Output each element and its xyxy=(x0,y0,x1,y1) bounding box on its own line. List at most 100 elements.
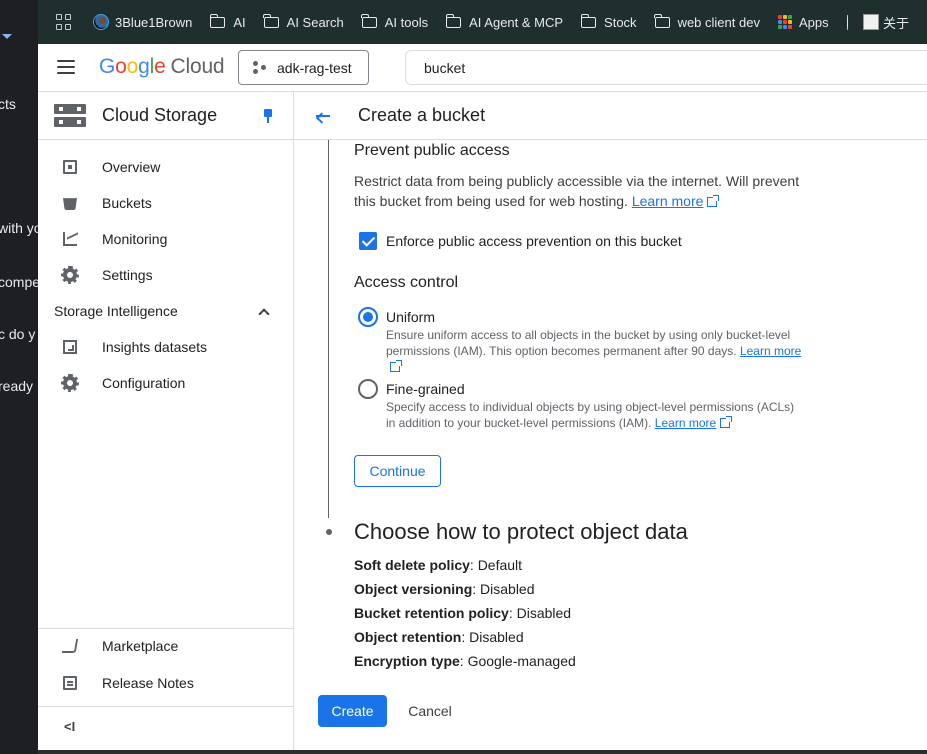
create-button[interactable]: Create xyxy=(318,695,387,727)
bookmark-label: 3Blue1Brown xyxy=(115,14,193,30)
sidebar-item-marketplace[interactable]: Marketplace xyxy=(38,628,293,664)
sidebar-title: Cloud Storage xyxy=(102,105,218,125)
bookmark-folder-web-client-dev[interactable]: web client dev xyxy=(654,13,760,30)
apps-grid-icon[interactable] xyxy=(56,14,71,30)
prevent-public-description: Restrict data from being publicly access… xyxy=(354,171,814,211)
back-arrow-icon[interactable] xyxy=(314,109,330,123)
screen: cts with yo compe c do y ready 3Blue1Bro… xyxy=(0,0,927,754)
sidebar-item-label: Settings xyxy=(102,267,153,283)
property-value: : Google-managed xyxy=(459,653,576,669)
property-name: Object versioning xyxy=(354,581,473,597)
section-storage-intelligence[interactable]: Storage Intelligence xyxy=(54,303,178,319)
main-content: Create a bucket Prevent public access Re… xyxy=(294,92,927,754)
radio-uniform-description: Ensure uniform access to all objects in … xyxy=(386,327,806,375)
link-text: Learn xyxy=(739,344,771,358)
property-name: Bucket retention policy xyxy=(354,605,509,621)
pin-icon[interactable] xyxy=(262,109,274,123)
radio-fine-grained-label[interactable]: Fine-grained xyxy=(386,381,465,397)
avatar-favicon-icon xyxy=(862,14,879,30)
cancel-button[interactable]: Cancel xyxy=(398,695,462,727)
folder-icon xyxy=(361,13,377,28)
folder-icon xyxy=(445,13,462,28)
learn-more-link[interactable]: Learn more xyxy=(740,344,801,358)
folder-icon xyxy=(209,13,226,28)
bookmarks-bar: 3Blue1Brown AI AI Search AI tools AI Age… xyxy=(38,0,927,44)
learn-more-link[interactable]: Learn more xyxy=(655,416,716,430)
sidebar-item-settings[interactable]: Settings xyxy=(38,257,293,293)
bg-text: cts xyxy=(0,96,16,112)
cart-icon xyxy=(61,639,79,653)
sidebar-item-buckets[interactable]: Buckets xyxy=(38,185,293,221)
external-link-icon xyxy=(720,416,733,428)
bookmark-about[interactable]: 关于 xyxy=(862,13,909,32)
monitoring-icon xyxy=(63,232,77,246)
sidebar-item-overview[interactable]: Overview xyxy=(38,149,293,185)
property-name: Soft delete policy xyxy=(354,557,470,573)
google-cloud-logo[interactable]: Google Cloud xyxy=(99,55,225,79)
page-title: Create a bucket xyxy=(358,105,486,125)
dropdown-caret-icon xyxy=(2,34,12,39)
link-text: more xyxy=(774,344,802,358)
sidebar-item-release-notes[interactable]: Release Notes xyxy=(38,665,293,701)
project-picker[interactable]: adk-rag-test xyxy=(238,50,369,85)
bookmark-apps[interactable]: Apps xyxy=(777,15,829,30)
public-access-checkbox[interactable] xyxy=(359,232,377,250)
property-object-versioning: Object versioning: Disabled xyxy=(354,581,535,597)
property-bucket-retention: Bucket retention policy: Disabled xyxy=(354,605,571,621)
background-window: cts with yo compe c do y ready xyxy=(0,0,38,754)
sidebar-item-label: Overview xyxy=(102,159,161,175)
search-input[interactable]: bucket xyxy=(405,50,927,85)
collapse-sidebar-button[interactable]: <I xyxy=(64,719,75,734)
property-object-retention: Object retention: Disabled xyxy=(354,629,524,645)
cloud-storage-icon xyxy=(54,104,86,128)
property-name: Encryption type xyxy=(354,653,460,669)
bookmark-label: AI tools xyxy=(384,14,429,30)
sidebar-header: Cloud Storage xyxy=(38,92,293,140)
bookmark-label: web client dev xyxy=(677,14,760,30)
step-marker xyxy=(326,529,332,535)
gear-icon xyxy=(61,266,79,284)
apps-grid-icon xyxy=(777,15,792,29)
chevron-up-icon[interactable] xyxy=(258,308,270,320)
overview-icon xyxy=(63,160,77,174)
project-name: adk-rag-test xyxy=(277,59,352,76)
window-bottom-edge xyxy=(38,750,927,754)
radio-fine-grained[interactable] xyxy=(358,379,378,399)
sidebar-item-insights-datasets[interactable]: Insights datasets xyxy=(38,329,293,365)
sidebar-collapse-divider xyxy=(38,706,293,707)
sidebar-item-monitoring[interactable]: Monitoring xyxy=(38,221,293,257)
gear-icon xyxy=(61,374,79,392)
menu-icon[interactable] xyxy=(57,60,75,74)
external-link-icon xyxy=(390,360,402,372)
access-control-heading: Access control xyxy=(354,274,459,291)
property-encryption-type: Encryption type: Google-managed xyxy=(354,653,576,669)
description-text: Restrict data from being publicly access… xyxy=(354,173,800,209)
radio-uniform[interactable] xyxy=(358,307,378,327)
folder-icon xyxy=(580,13,597,28)
description-text: Ensure uniform access to all objects in … xyxy=(386,328,791,358)
bookmark-3blue1brown[interactable]: 3Blue1Brown xyxy=(93,14,192,30)
bookmark-folder-stock[interactable]: Stock xyxy=(580,13,637,30)
sidebar-item-label: Monitoring xyxy=(102,231,168,247)
property-value: : Default xyxy=(469,557,523,573)
bookmark-folder-ai-agent-mcp[interactable]: AI Agent & MCP xyxy=(445,13,563,30)
bookmark-label: 关于 xyxy=(882,15,909,31)
bookmark-folder-ai-tools[interactable]: AI tools xyxy=(361,13,429,30)
bg-text: ready xyxy=(0,378,34,394)
sidebar-item-label: Insights datasets xyxy=(102,339,208,355)
continue-button[interactable]: Continue xyxy=(354,455,441,487)
protect-data-heading[interactable]: Choose how to protect object data xyxy=(354,519,688,545)
cloud-console: Google Cloud adk-rag-test bucket Cloud St… xyxy=(38,44,927,754)
sidebar-item-configuration[interactable]: Configuration xyxy=(38,365,293,401)
bookmark-label: Stock xyxy=(604,14,637,30)
top-bar: Google Cloud adk-rag-test bucket xyxy=(38,44,927,92)
learn-more-link[interactable]: Learn more xyxy=(632,193,704,209)
prevent-public-heading: Prevent public access xyxy=(354,142,510,159)
bookmark-folder-ai[interactable]: AI xyxy=(209,13,246,30)
logo-cloud-text: Cloud xyxy=(170,55,225,78)
radio-uniform-label[interactable]: Uniform xyxy=(386,309,435,325)
bookmark-folder-ai-search[interactable]: AI Search xyxy=(263,13,344,30)
notes-icon xyxy=(63,676,77,690)
public-access-checkbox-label[interactable]: Enforce public access prevention on this… xyxy=(386,233,682,249)
sidebar-item-label: Release Notes xyxy=(102,675,194,691)
